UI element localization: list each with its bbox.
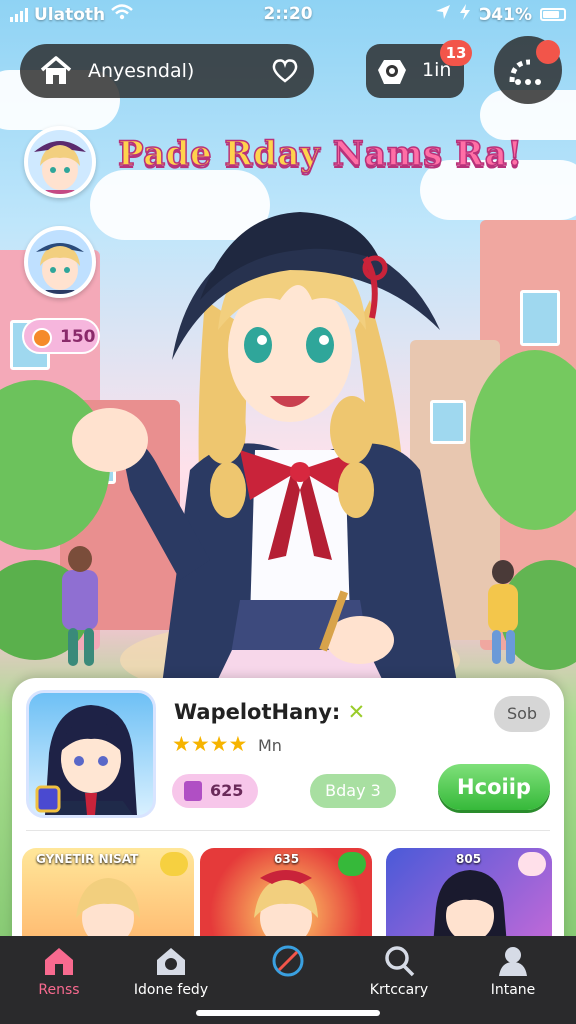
nav-center[interactable] [233,944,343,982]
event-title-part2: Nams Ra! [332,133,523,175]
battery-icon [540,8,566,21]
coin-amount: 150 [60,327,96,347]
swords-icon: ✕ [347,700,366,724]
gem-amount: 625 [210,781,244,800]
heart-icon[interactable] [272,59,298,87]
nav-home-label: Renss [38,982,80,998]
profile-icon [496,944,530,978]
clock: 2::20 [263,4,313,24]
nav-search-label: Krtccary [369,982,429,998]
nav-search[interactable]: Krtccary [344,944,454,998]
character-name: WapelotHany: ✕ [174,700,365,724]
gem-counter: 625 [172,774,258,808]
thumb-1-label: GYNETIR NISAT [36,852,139,866]
home-icon [40,56,72,90]
location-label: Anyesndal) [88,60,195,82]
event-title: Pade Rday Nams Ra! [117,133,523,175]
nav-home[interactable]: Renss [4,944,114,998]
friend-avatar-1[interactable] [24,126,96,198]
home-nav-icon [42,944,76,978]
compass-icon [271,944,305,978]
event-title-part1: Pade Rday [117,133,321,175]
nav-profile[interactable]: Intane [458,944,568,998]
battery-label: Ͻ41% [479,4,532,25]
nav-shop-label: Idone fedy [133,982,209,998]
friend-avatar-2[interactable] [24,226,96,298]
location-search-bar[interactable]: Anyesndal) [20,44,314,98]
sob-button[interactable]: Sob [494,696,550,732]
character-name-text: WapelotHany: [174,700,341,724]
card-divider [26,830,550,831]
thumb-3-badge [518,852,546,876]
day-badge: Bday 3 [310,774,396,808]
menu-notification-dot [536,40,560,64]
location-icon [435,4,451,25]
thumb-2-badge [338,852,366,876]
status-bar: Ulatoth 2::20 Ͻ41% [0,0,576,30]
coin-counter[interactable]: 150 [22,318,100,354]
rating-stars: ★★★★ [172,732,248,756]
gem-bag-icon [184,781,202,801]
camera-icon [376,56,408,90]
thumb-2-label: 635 [274,852,300,866]
rating-label: Mn [258,736,282,755]
coin-icon [32,328,52,348]
thumb-3-label: 805 [456,852,482,866]
notification-badge: 13 [440,40,472,66]
gear-house-icon [154,944,188,978]
search-icon [382,944,416,978]
help-button[interactable]: Hcoiip [438,764,550,810]
home-indicator[interactable] [196,1010,380,1016]
character-portrait[interactable] [26,690,156,818]
character-card: WapelotHany: ✕ ★★★★ Mn Sob 625 Bday 3 Hc… [12,678,564,968]
game-screen: Ulatoth 2::20 Ͻ41% Anyesndal) 1in 13 150… [0,0,576,1024]
thumb-1-badge [160,852,188,876]
nav-profile-label: Intane [490,982,536,998]
charging-icon [459,4,471,25]
nav-shop[interactable]: Idone fedy [116,944,226,998]
